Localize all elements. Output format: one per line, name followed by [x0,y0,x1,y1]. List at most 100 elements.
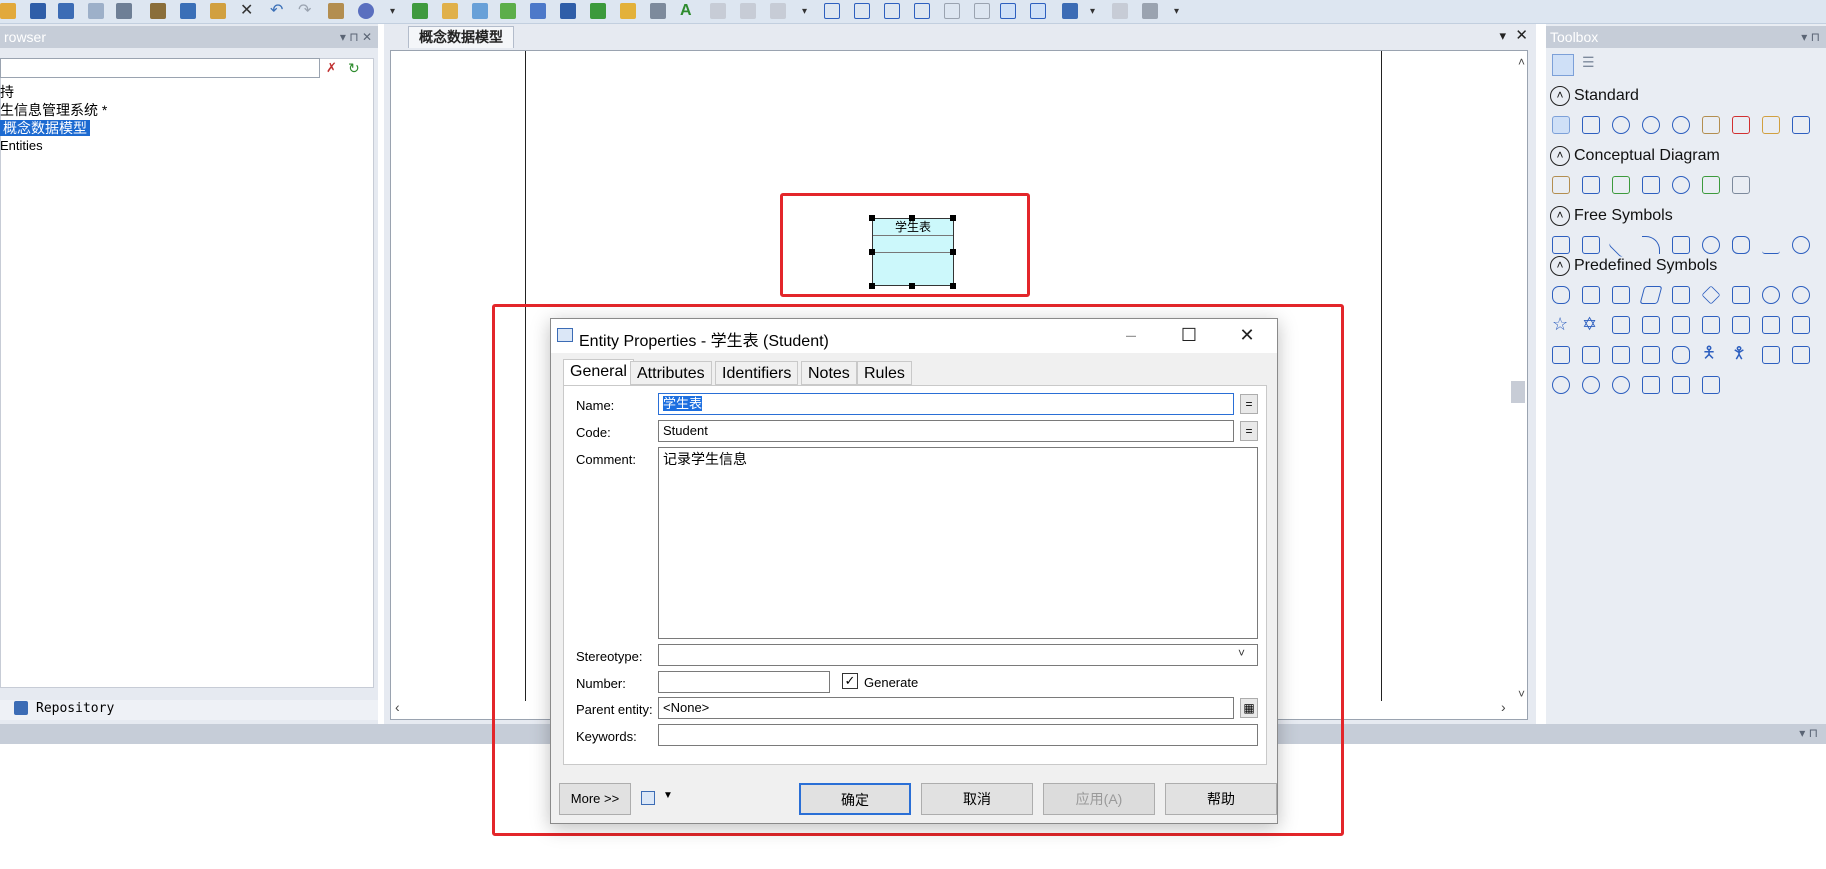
star-shape-icon[interactable]: ☆ [1552,315,1570,334]
menu-icon[interactable] [641,791,655,805]
arrow-shape-icon[interactable] [1792,346,1810,364]
printer-icon[interactable] [1142,3,1158,19]
inheritance-tool-icon[interactable] [1642,176,1660,194]
page-icon[interactable] [884,3,900,19]
selection-handle[interactable] [950,283,956,289]
format-icon[interactable] [650,3,666,19]
apply-button[interactable]: 应用(A) [1043,783,1155,815]
parent-entity-field[interactable]: <None> [658,697,1234,719]
arrange-icon[interactable] [710,3,726,19]
right-triangle-shape-icon[interactable] [1612,286,1630,304]
selection-handle[interactable] [950,249,956,255]
back-icon[interactable] [740,3,756,19]
redo-icon[interactable]: ↷ [298,3,314,19]
toolbox-section-predefined[interactable]: ˄ Predefined Symbols [1550,256,1717,278]
envelope-shape-icon[interactable] [1642,376,1660,394]
keywords-field[interactable] [658,724,1258,746]
note-tool-icon[interactable] [1762,116,1780,134]
triangle-shape-icon[interactable] [1582,286,1600,304]
panel-controls[interactable]: ▾ ⊓ [1799,726,1818,740]
tab-rules[interactable]: Rules [857,361,912,385]
selection-handle[interactable] [909,215,915,221]
vertical-scroll-thumb[interactable] [1511,381,1525,403]
toolbox-section-conceptual[interactable]: ˄ Conceptual Diagram [1550,146,1720,168]
woman-shape-icon[interactable]: 🯆 [1732,346,1750,364]
open-icon[interactable] [0,3,16,19]
bubble-shape-icon[interactable] [1582,376,1600,394]
code-equals-button[interactable]: = [1240,421,1258,441]
zoom-out-tool-icon[interactable] [1642,116,1660,134]
tree-item-project[interactable]: 生信息管理系统 * [0,100,107,120]
text-tool-icon[interactable] [1582,236,1600,254]
text-icon[interactable]: A [680,3,696,19]
tree-item-model[interactable]: 概念数据模型 [0,118,90,138]
dialog-titlebar[interactable]: Entity Properties - 学生表 (Student) – ☐ ✕ [551,319,1277,353]
chevron-down-icon[interactable]: ˅ [1238,646,1245,660]
minimize-button[interactable]: – [1119,325,1143,347]
list-view-icon[interactable]: ☰ [1582,54,1604,76]
tab-shape-icon[interactable] [1612,316,1630,334]
open-package-tool-icon[interactable] [1672,116,1690,134]
maximize-button[interactable]: ☐ [1177,325,1201,347]
callout-shape-icon[interactable] [1552,346,1570,364]
layout-icon[interactable] [590,3,606,19]
circle-shape-icon[interactable] [1792,286,1810,304]
toolbox-section-standard[interactable]: ˄ Standard [1550,86,1639,108]
tab-repository[interactable]: Repository [36,701,114,716]
diamond-shape-icon[interactable] [1701,285,1721,305]
association-tool-icon[interactable] [1672,176,1690,194]
title-tool-icon[interactable] [1552,236,1570,254]
refresh-icon[interactable]: ↻ [348,60,360,77]
find-preview-icon[interactable] [1112,3,1128,19]
card-shape-icon[interactable] [1642,316,1660,334]
comment-field[interactable]: 记录学生信息 [658,447,1258,639]
hexagon-shape-icon[interactable] [1762,286,1780,304]
name-equals-button[interactable]: = [1240,394,1258,414]
arc-tool-icon[interactable] [1642,236,1660,254]
man-shape-icon[interactable]: 🯅 [1702,346,1720,364]
paste-format-icon[interactable] [974,3,990,19]
entity-student-table[interactable]: 学生表 [872,218,954,286]
number-field[interactable] [658,671,830,693]
package-icon[interactable] [442,3,458,19]
ok-button[interactable]: 确定 [799,783,911,815]
browser-search-input[interactable] [0,58,320,78]
loop-shape-icon[interactable] [1612,376,1630,394]
toolbar-overflow-icon[interactable]: ▾ [802,6,807,17]
parallelogram-shape-icon[interactable] [1639,286,1663,304]
link-tool-icon[interactable] [1792,116,1810,134]
parent-entity-properties-icon[interactable]: ▦ [1240,698,1258,718]
align-icon[interactable] [824,3,840,19]
save-icon[interactable] [30,3,46,19]
selection-handle[interactable] [909,283,915,289]
tree-item-entities[interactable]: Entities [0,138,43,153]
tab-general[interactable]: General [563,359,634,386]
box-shape-icon[interactable] [1642,346,1660,364]
pencil-icon[interactable] [620,3,636,19]
cut-icon[interactable] [150,3,166,19]
shield-shape-icon[interactable] [1672,316,1690,334]
find-icon[interactable] [472,3,488,19]
close-button[interactable]: ✕ [1235,325,1259,347]
toolbar-overflow-icon[interactable]: ▾ [1174,6,1179,17]
more-button[interactable]: More >> [559,783,631,815]
grabber-tool-icon[interactable] [1582,116,1600,134]
generate-checkbox[interactable]: ✓ [842,673,858,689]
print-preview-icon[interactable] [88,3,104,19]
rounded-shape-icon[interactable] [1552,286,1570,304]
grid-view-icon[interactable] [1552,54,1574,76]
panel-controls[interactable]: ▾ ⊓ [1801,26,1820,48]
clear-filter-icon[interactable]: ✗ [326,60,337,76]
chevron-down-icon[interactable]: ▼ [663,790,673,801]
delete-tool-icon[interactable] [1732,116,1750,134]
screen-shape-icon[interactable] [1702,376,1720,394]
toolbar-overflow-icon[interactable]: ▾ [1090,6,1095,17]
check-model-icon[interactable] [530,3,546,19]
group-icon[interactable] [854,3,870,19]
table-shape-icon[interactable] [1732,316,1750,334]
delete-icon[interactable]: ✕ [240,3,256,19]
package-tool-icon[interactable] [1552,176,1570,194]
polyline-tool-icon[interactable] [1762,236,1780,254]
properties-tool-icon[interactable] [1702,116,1720,134]
window-menu-icon[interactable]: ▾ [1499,28,1506,44]
